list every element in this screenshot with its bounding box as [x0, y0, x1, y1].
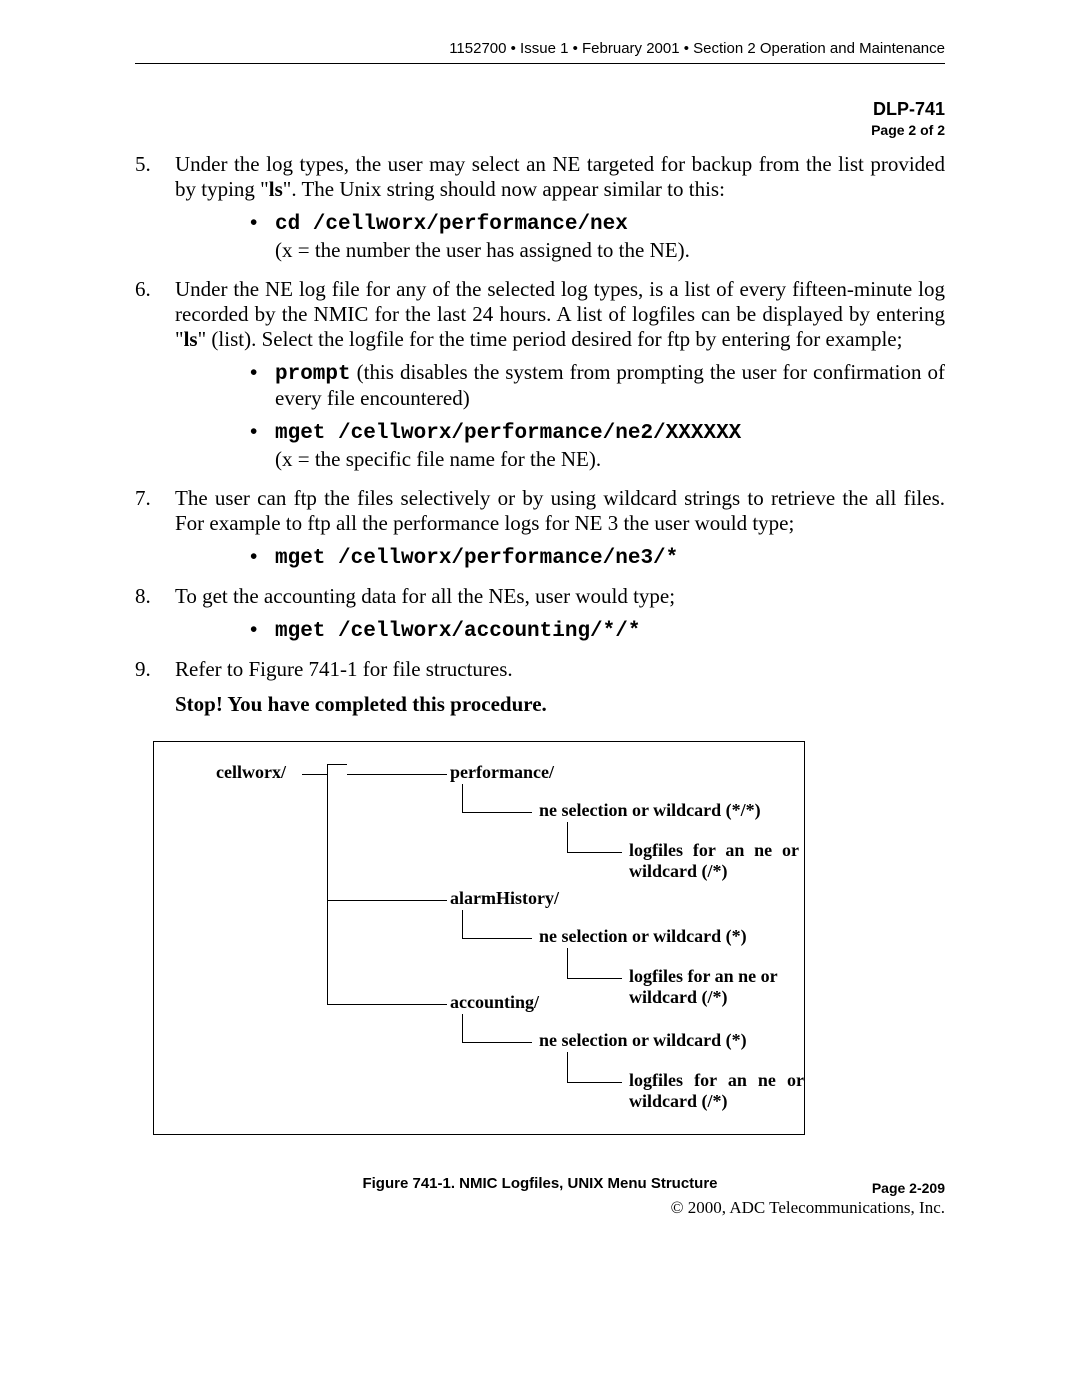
logfiles: logfiles for an ne or wildcard (/*) — [629, 966, 799, 1008]
dir-alarmhistory: alarmHistory/ — [450, 888, 559, 909]
step-5: 5. Under the log types, the user may sel… — [135, 152, 945, 202]
footer-page: Page 2-209 — [135, 1180, 945, 1196]
step-number: 6. — [135, 277, 175, 352]
bullet-dot: • — [250, 210, 275, 236]
bullet: • mget /cellworx/accounting/*/* — [250, 617, 945, 643]
dlp-title: DLP-741 — [135, 99, 945, 120]
cmd: mget /cellworx/performance/ne2/XXXXXX — [275, 422, 741, 445]
text: " (list). Select the logfile for the tim… — [198, 327, 903, 351]
bullet: • cd /cellworx/performance/nex — [250, 210, 945, 236]
cmd: mget /cellworx/accounting/*/* — [275, 620, 640, 643]
ls-cmd: ls — [269, 177, 283, 201]
cmd: prompt — [275, 363, 351, 386]
dir-performance: performance/ — [450, 762, 554, 783]
bullet-dot: • — [250, 544, 275, 570]
page-header: 1152700 • Issue 1 • February 2001 • Sect… — [135, 40, 945, 64]
logfiles: logfiles for an ne or wildcard (/*) — [629, 840, 799, 882]
ne-selection: ne selection or wildcard (*) — [539, 1030, 747, 1051]
cmd: cd /cellworx/performance/nex — [275, 213, 628, 236]
step-7: 7. The user can ftp the files selectivel… — [135, 486, 945, 536]
step-number: 7. — [135, 486, 175, 536]
bullet: • prompt (this disables the system from … — [250, 360, 945, 411]
note: (x = the number the user has assigned to… — [275, 238, 945, 263]
step-body: The user can ftp the files selectively o… — [175, 486, 945, 536]
logfiles: logfiles for an ne or wildcard (/*) — [629, 1070, 804, 1112]
step-6: 6. Under the NE log file for any of the … — [135, 277, 945, 352]
note: (x = the specific file name for the NE). — [275, 447, 945, 472]
bullet-dot: • — [250, 419, 275, 445]
ne-selection: ne selection or wildcard (*) — [539, 926, 747, 947]
step-9: 9. Refer to Figure 741-1 for file struct… — [135, 657, 945, 682]
step-body: Under the NE log file for any of the sel… — [175, 277, 945, 352]
bullet: • mget /cellworx/performance/ne3/* — [250, 544, 945, 570]
step-body: To get the accounting data for all the N… — [175, 584, 945, 609]
step-body: Refer to Figure 741-1 for file structure… — [175, 657, 945, 682]
text: ". The Unix string should now appear sim… — [283, 177, 725, 201]
footer-copyright: © 2000, ADC Telecommunications, Inc. — [135, 1198, 945, 1218]
dlp-page: Page 2 of 2 — [135, 122, 945, 138]
bullet: • mget /cellworx/performance/ne2/XXXXXX — [250, 419, 945, 445]
dir-accounting: accounting/ — [450, 992, 539, 1013]
step-8: 8. To get the accounting data for all th… — [135, 584, 945, 609]
dir-cellworx: cellworx/ — [216, 762, 286, 783]
file-structure-diagram: cellworx/ performance/ ne selection or w… — [153, 741, 805, 1135]
bullet-dot: • — [250, 617, 275, 643]
stop-text: Stop! You have completed this procedure. — [175, 692, 945, 717]
text: (this disables the system from prompting… — [275, 360, 945, 410]
cmd: mget /cellworx/performance/ne3/* — [275, 547, 678, 570]
ne-selection: ne selection or wildcard (*/*) — [539, 800, 789, 821]
step-number: 8. — [135, 584, 175, 609]
step-number: 5. — [135, 152, 175, 202]
bullet-dot: • — [250, 360, 275, 411]
step-body: Under the log types, the user may select… — [175, 152, 945, 202]
step-number: 9. — [135, 657, 175, 682]
ls-cmd: ls — [184, 327, 198, 351]
